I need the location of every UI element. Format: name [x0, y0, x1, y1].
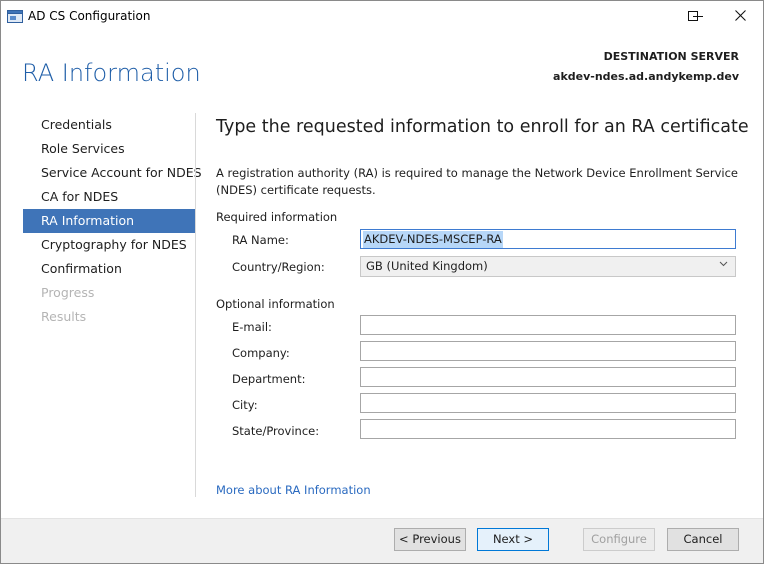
- content-heading: Type the requested information to enroll…: [216, 117, 749, 137]
- city-field[interactable]: [360, 393, 736, 413]
- ra-name-field[interactable]: AKDEV-NDES-MSCEP-RA: [360, 229, 736, 249]
- email-label: E-mail:: [232, 320, 272, 334]
- ra-name-value: AKDEV-NDES-MSCEP-RA: [363, 231, 503, 248]
- app-icon: [7, 9, 23, 23]
- nav-divider: [195, 113, 196, 497]
- close-icon: [734, 9, 746, 24]
- main-content: Type the requested information to enroll…: [216, 113, 749, 497]
- cancel-button[interactable]: Cancel: [667, 528, 739, 551]
- state-province-label: State/Province:: [232, 424, 320, 438]
- nav-item-progress: Progress: [41, 285, 95, 300]
- nav-item-credentials[interactable]: Credentials: [23, 113, 195, 137]
- department-label: Department:: [232, 372, 306, 386]
- close-button[interactable]: [717, 1, 763, 32]
- ra-name-label: RA Name:: [232, 233, 289, 247]
- next-button[interactable]: Next >: [477, 528, 549, 551]
- nav-item-results: Results: [41, 309, 87, 324]
- ad-cs-configuration-window: AD CS Configuration RA Information DESTI…: [0, 0, 764, 564]
- nav-item-cryptography-for-ndes[interactable]: Cryptography for NDES: [23, 233, 195, 257]
- page-title: RA Information: [22, 59, 201, 87]
- page-header: RA Information DESTINATION SERVER akdev-…: [1, 32, 763, 102]
- maximize-icon: [688, 10, 698, 24]
- chevron-down-icon: [719, 260, 728, 270]
- previous-button[interactable]: < Previous: [394, 528, 466, 551]
- required-information-label: Required information: [216, 210, 338, 224]
- title-bar[interactable]: AD CS Configuration: [1, 1, 763, 32]
- nav-item-confirmation[interactable]: Confirmation: [23, 257, 195, 281]
- description-text: A registration authority (RA) is require…: [216, 166, 738, 197]
- destination-server-label: DESTINATION SERVER: [603, 50, 739, 63]
- maximize-button[interactable]: [670, 1, 716, 32]
- wizard-navigation: Credentials Role Services Service Accoun…: [23, 113, 202, 329]
- company-field[interactable]: [360, 341, 736, 361]
- department-field[interactable]: [360, 367, 736, 387]
- email-field[interactable]: [360, 315, 736, 335]
- city-input[interactable]: [361, 394, 735, 412]
- wizard-footer: < Previous Next > Configure Cancel: [1, 518, 763, 563]
- country-region-select[interactable]: GB (United Kingdom): [360, 256, 736, 277]
- department-input[interactable]: [361, 368, 735, 386]
- window-title: AD CS Configuration: [28, 9, 151, 23]
- more-about-ra-information-link[interactable]: More about RA Information: [216, 483, 371, 497]
- company-label: Company:: [232, 346, 290, 360]
- nav-item-service-account-for-ndes[interactable]: Service Account for NDES: [23, 161, 202, 185]
- city-label: City:: [232, 398, 258, 412]
- state-province-field[interactable]: [360, 419, 736, 439]
- state-province-input[interactable]: [361, 420, 735, 438]
- destination-server-name: akdev-ndes.ad.andykemp.dev: [553, 70, 739, 83]
- nav-item-ra-information[interactable]: RA Information: [23, 209, 195, 233]
- email-input[interactable]: [361, 316, 735, 334]
- nav-item-role-services[interactable]: Role Services: [23, 137, 195, 161]
- company-input[interactable]: [361, 342, 735, 360]
- country-region-label: Country/Region:: [232, 260, 325, 274]
- country-region-value: GB (United Kingdom): [366, 259, 488, 273]
- configure-button: Configure: [583, 528, 655, 551]
- nav-item-ca-for-ndes[interactable]: CA for NDES: [23, 185, 195, 209]
- optional-information-label: Optional information: [216, 297, 335, 311]
